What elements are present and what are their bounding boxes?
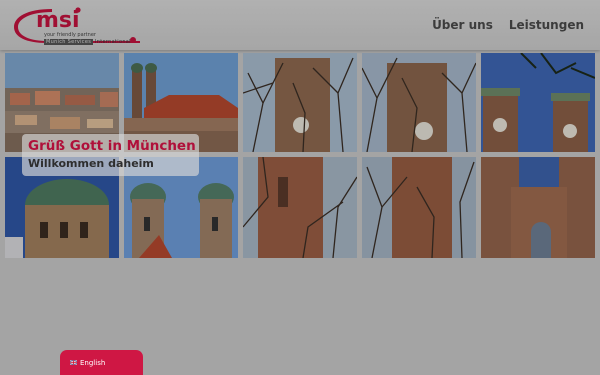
nav-ueber-uns[interactable]: Über uns [432, 18, 493, 32]
welcome-banner: Grüß Gott in München Willkommen daheim [22, 134, 199, 176]
nav-leistungen[interactable]: Leistungen [509, 18, 584, 32]
frauenkirche-tower-lower-photo-2 [362, 157, 476, 258]
logo-name-part1: Munich Services [44, 39, 94, 45]
logo-wordmark: msi [36, 8, 80, 33]
language-switch-button[interactable]: English [60, 350, 143, 375]
frauenkirche-tower-lower-photo [243, 157, 357, 258]
frauenkirche-towers-sky-photo [481, 53, 595, 152]
main-nav: Über uns Leistungen [432, 18, 584, 32]
uk-flag-icon [70, 360, 77, 365]
frauenkirche-tower-photo [243, 53, 357, 152]
logo-name-part2: International [95, 39, 131, 45]
logo-company-name: Munich Services International [44, 39, 131, 45]
welcome-title: Grüß Gott in München [28, 138, 196, 154]
frauenkirche-facade-photo [481, 157, 595, 258]
logo-tagline: your friendly partner [44, 32, 96, 38]
language-label: English [80, 358, 106, 367]
frauenkirche-tower-photo-2 [362, 53, 476, 152]
welcome-subtitle: Willkommen daheim [28, 157, 154, 170]
msi-logo[interactable]: msi your friendly partner Munich Service… [12, 5, 140, 47]
site-header: msi your friendly partner Munich Service… [0, 0, 600, 50]
